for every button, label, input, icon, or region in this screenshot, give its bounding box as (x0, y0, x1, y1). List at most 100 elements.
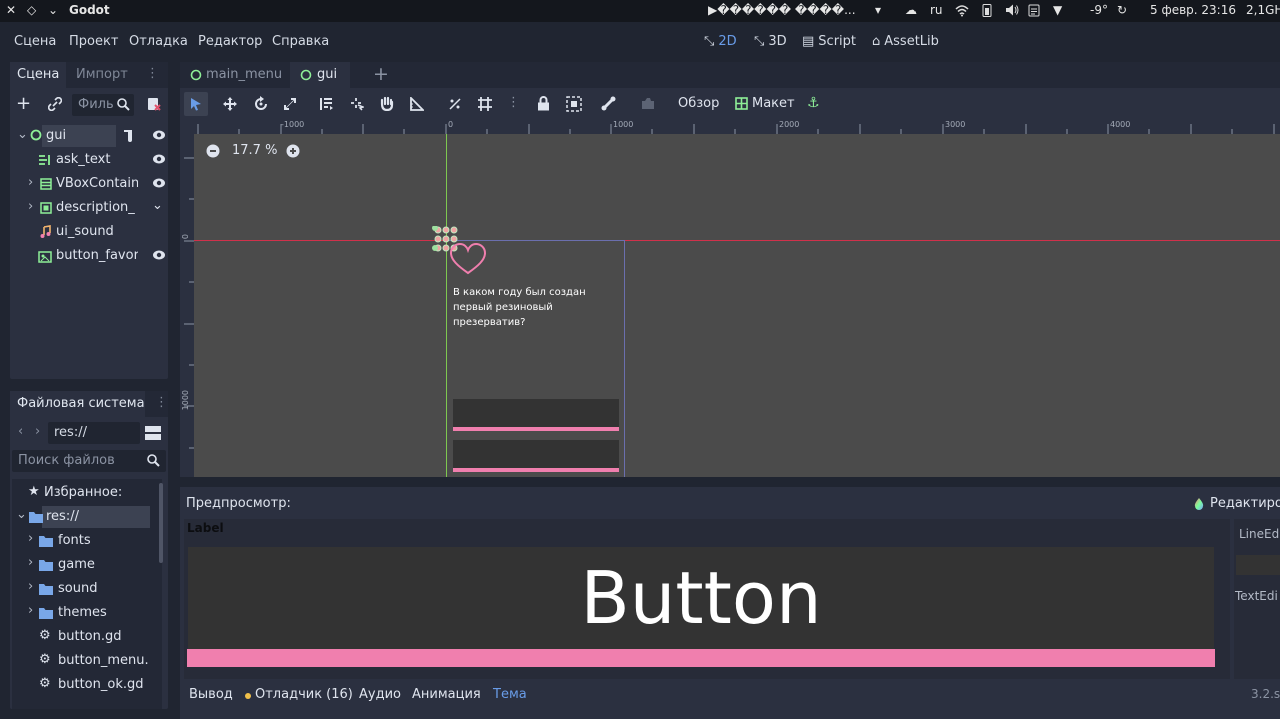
tab-filesystem[interactable]: Файловая система (10, 391, 145, 417)
pan-hand-icon[interactable] (380, 96, 394, 111)
ruler-tool-icon[interactable] (410, 97, 424, 111)
file-row-sound[interactable]: › sound (12, 577, 162, 601)
path-field[interactable]: res:// (48, 422, 140, 444)
smart-snap-icon[interactable] (448, 97, 462, 111)
file-row-game[interactable]: › game (12, 553, 162, 577)
refresh-icon[interactable]: ↻ (1117, 3, 1127, 17)
tree-row-ui-sound[interactable]: ui_sound (10, 220, 170, 244)
menu-scene[interactable]: Сцена (14, 34, 56, 49)
tree-row-vboxcontainer[interactable]: › VBoxContain (10, 172, 170, 196)
tab-theme[interactable]: Тема (493, 687, 527, 702)
snap-options-icon[interactable]: ⋮ (507, 95, 520, 110)
bone-icon[interactable] (601, 96, 616, 111)
visibility-eye-icon[interactable] (152, 177, 166, 189)
tree-row-button-favor[interactable]: button_favor (10, 244, 170, 268)
tab-debugger[interactable]: Отладчик (16) (255, 687, 353, 702)
file-search-input[interactable]: Поиск файлов (12, 450, 166, 472)
chevron-right-icon[interactable]: › (28, 175, 33, 190)
workspace-script[interactable]: ▤ Script (802, 34, 856, 49)
workspace-assetlib[interactable]: ⌂ AssetLib (872, 34, 939, 49)
chevron-right-icon[interactable]: › (28, 555, 33, 570)
vertical-ruler[interactable]: 0 1000 (180, 120, 194, 477)
tab-gui[interactable]: gui (290, 62, 350, 88)
file-row-fonts[interactable]: › fonts (12, 529, 162, 553)
tree-row-description[interactable]: › description_ ⌄ (10, 196, 170, 220)
view-menu[interactable]: Обзор (678, 96, 719, 111)
keyboard-layout[interactable]: ru (930, 3, 943, 17)
workspace-3d[interactable]: ⤡ 3D (754, 34, 787, 49)
chevron-down-icon[interactable]: ⌄ (17, 127, 28, 142)
node-filter-input[interactable]: Филь (72, 94, 134, 116)
zoom-in-icon[interactable] (286, 144, 300, 158)
zoom-level[interactable]: 17.7 % (232, 143, 277, 158)
nav-forward-icon[interactable]: › (35, 424, 40, 439)
script-icon[interactable] (122, 129, 134, 143)
nav-back-icon[interactable]: ‹ (18, 424, 23, 439)
preview-button[interactable]: Button (188, 547, 1214, 649)
close-icon[interactable]: ✕ (6, 3, 16, 17)
root-folder-row[interactable]: ⌄ res:// (12, 505, 162, 529)
chevron-down-icon[interactable]: ⌄ (16, 507, 27, 522)
hidden-eye-icon[interactable]: ⌄ (152, 198, 163, 213)
2d-canvas-viewport[interactable]: 17.7 % В каком году был создан первый ре… (194, 134, 1280, 477)
scale-tool-icon[interactable] (283, 97, 297, 111)
answer-button-1[interactable] (453, 399, 619, 431)
list-select-icon[interactable] (320, 97, 334, 111)
media-player-title[interactable]: ▶������ ����... (708, 3, 856, 17)
anchor-icon[interactable]: ⚓ (807, 95, 820, 111)
clipboard-icon[interactable] (1028, 3, 1040, 17)
instance-scene-icon[interactable] (48, 97, 62, 111)
menu-debug[interactable]: Отладка (129, 34, 188, 49)
battery-icon[interactable] (982, 3, 992, 17)
chevron-right-icon[interactable]: › (28, 603, 33, 618)
cloud-icon[interactable]: ☁ (905, 3, 917, 17)
rotate-tool-icon[interactable] (253, 96, 269, 112)
lock-icon[interactable] (537, 96, 550, 111)
tree-row-gui[interactable]: ⌄ gui (10, 124, 170, 148)
menu-help[interactable]: Справка (272, 34, 329, 49)
answer-button-2[interactable] (453, 440, 619, 472)
file-row-themes[interactable]: › themes (12, 601, 162, 625)
scrollbar[interactable] (159, 483, 163, 563)
line-edit-preview[interactable] (1236, 555, 1280, 575)
clock[interactable]: 5 февр. 23:16 (1150, 3, 1236, 17)
wifi-icon[interactable] (954, 3, 970, 17)
group-icon[interactable] (566, 96, 582, 112)
visibility-eye-icon[interactable] (152, 249, 166, 261)
horizontal-ruler[interactable]: -1000 0 1000 2000 3000 4000 (194, 120, 1280, 134)
menu-editor[interactable]: Редактор (198, 34, 262, 49)
visibility-eye-icon[interactable] (152, 153, 166, 165)
tree-row-ask-text[interactable]: ask_text (10, 148, 170, 172)
volume-icon[interactable] (1004, 3, 1020, 17)
add-node-icon[interactable]: + (16, 95, 31, 113)
file-row-button-gd[interactable]: ⚙ button.gd (12, 625, 162, 649)
split-view-icon[interactable] (145, 426, 161, 440)
tab-import[interactable]: Импорт (76, 67, 128, 82)
tab-output[interactable]: Вывод (189, 687, 233, 702)
add-tab-icon[interactable]: + (373, 63, 389, 85)
file-row-button-menu[interactable]: ⚙ button_menu. (12, 649, 162, 673)
layout-menu[interactable]: Макет (752, 96, 795, 111)
camera-override-icon[interactable] (641, 97, 655, 110)
dock-options-icon[interactable]: ⋮ (146, 66, 159, 81)
file-row-button-ok[interactable]: ⚙ button_ok.gd (12, 673, 162, 697)
menu-project[interactable]: Проект (69, 34, 118, 49)
tab-animation[interactable]: Анимация (412, 687, 481, 702)
chevron-right-icon[interactable]: › (28, 531, 33, 546)
tray-dropdown-icon[interactable]: ▼ (1053, 3, 1062, 17)
script-remove-icon[interactable] (147, 97, 161, 111)
workspace-2d[interactable]: ⤡ 2D (704, 34, 737, 49)
favorites-row[interactable]: ★ Избранное: (12, 481, 162, 505)
move-tool-icon[interactable] (223, 97, 237, 111)
grid-snap-icon[interactable] (477, 96, 493, 112)
pivot-tool-icon[interactable] (350, 97, 364, 111)
tab-main-menu[interactable]: main_menu (180, 62, 290, 88)
edit-theme-button[interactable]: Редактиров (1210, 496, 1280, 511)
chevron-right-icon[interactable]: › (28, 579, 33, 594)
select-arrow-icon[interactable] (189, 97, 203, 111)
dropdown-icon[interactable]: ▾ (875, 3, 881, 17)
visibility-eye-icon[interactable] (152, 129, 166, 141)
tab-scene[interactable]: Сцена (10, 62, 66, 88)
diamond-icon[interactable]: ◇ (27, 3, 36, 17)
tab-audio[interactable]: Аудио (359, 687, 401, 702)
